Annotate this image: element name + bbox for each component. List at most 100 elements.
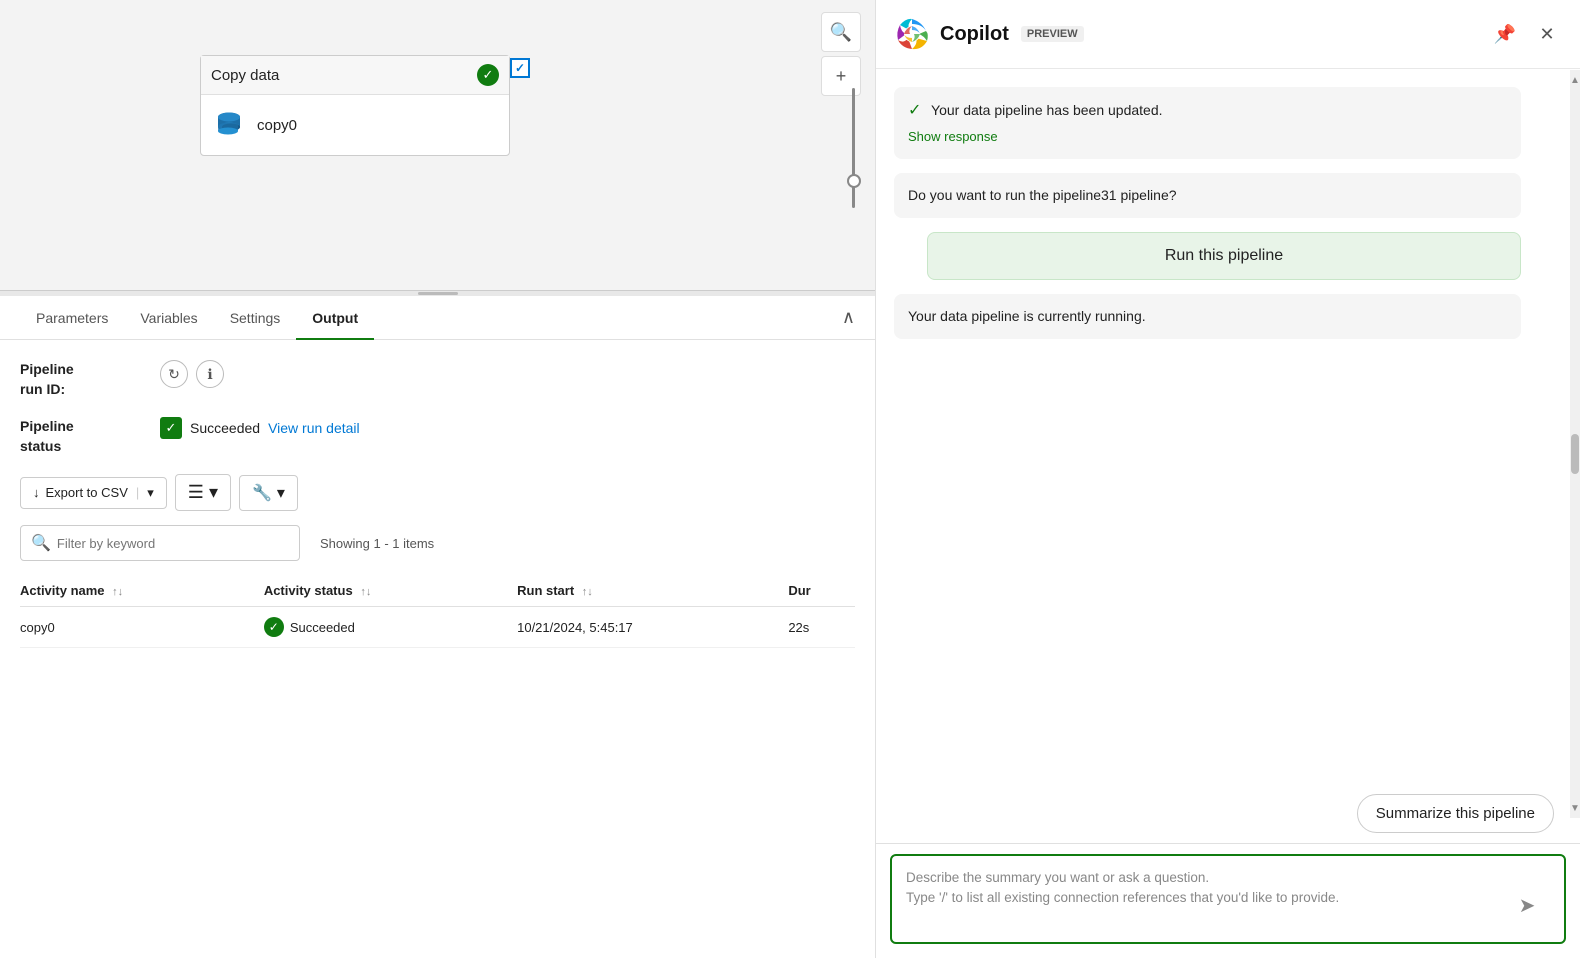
- copilot-title: Copilot: [940, 23, 1009, 46]
- view-run-detail-link[interactable]: View run detail: [268, 420, 360, 436]
- filter-icon: ☰: [188, 482, 204, 503]
- output-table: Activity name ↑↓ Activity status ↑↓ Run …: [20, 575, 855, 648]
- copilot-input-box: Describe the summary you want or ask a q…: [890, 854, 1566, 944]
- search-button[interactable]: 🔍: [821, 12, 861, 52]
- collapse-button[interactable]: ∧: [842, 307, 855, 328]
- sort-icon-activity-status[interactable]: ↑↓: [360, 586, 371, 598]
- output-content: Pipelinerun ID: ↻ ℹ Pipelinestatus ✓ Suc…: [0, 340, 875, 958]
- status-text: Succeeded: [190, 420, 260, 436]
- node-header: Copy data ✓: [201, 56, 509, 95]
- msg-pipeline-running: Your data pipeline is currently running.: [894, 294, 1521, 339]
- col-activity-status: Activity status ↑↓: [264, 575, 517, 607]
- pin-icon: 📌: [1494, 24, 1516, 45]
- search-icon: 🔍: [830, 22, 852, 43]
- canvas-area: 🔍 + Copy data ✓: [0, 0, 875, 290]
- export-label: Export to CSV: [46, 485, 128, 500]
- msg-run-question: Do you want to run the pipeline31 pipeli…: [894, 173, 1521, 218]
- td-status-icon: ✓: [264, 617, 284, 637]
- search-box[interactable]: 🔍: [20, 525, 300, 561]
- summarize-pipeline-button[interactable]: Summarize this pipeline: [1357, 794, 1554, 833]
- show-response-link[interactable]: Show response: [908, 127, 1507, 147]
- slider-track[interactable]: [852, 88, 855, 208]
- slider-thumb[interactable]: [847, 174, 861, 188]
- wrench-icon: 🔧: [252, 483, 272, 503]
- td-activity-status: ✓ Succeeded: [264, 607, 517, 648]
- copilot-messages: ✓ Your data pipeline has been updated. S…: [876, 69, 1580, 843]
- showing-text: Showing 1 - 1 items: [320, 536, 434, 551]
- pipeline-run-id-label: Pipelinerun ID:: [20, 360, 140, 399]
- download-icon: ↓: [33, 485, 40, 500]
- pipeline-run-id-row: Pipelinerun ID: ↻ ℹ: [20, 360, 855, 399]
- pipeline-status-value: ✓ Succeeded View run detail: [160, 417, 360, 439]
- scroll-down-arrow[interactable]: ▼: [1570, 800, 1580, 816]
- col-duration: Dur: [788, 575, 855, 607]
- export-csv-button[interactable]: ↓ Export to CSV | ▾: [20, 477, 167, 509]
- run-pipeline-button[interactable]: Run this pipeline: [927, 232, 1521, 280]
- sort-icon-run-start[interactable]: ↑↓: [582, 586, 593, 598]
- copilot-scrollbar[interactable]: ▲ ▼: [1570, 70, 1580, 818]
- sort-icon-activity-name[interactable]: ↑↓: [112, 586, 123, 598]
- toolbar-row: ↓ Export to CSV | ▾ ☰ ▾ 🔧 ▾: [20, 474, 855, 511]
- add-button[interactable]: +: [821, 56, 861, 96]
- tabs-bar: Parameters Variables Settings Output ∧: [0, 296, 875, 340]
- msg-pipeline-updated: ✓ Your data pipeline has been updated. S…: [894, 87, 1521, 159]
- info-icon[interactable]: ℹ: [196, 360, 224, 388]
- col-activity-name: Activity name ↑↓: [20, 575, 264, 607]
- td-status-text: Succeeded: [290, 620, 355, 635]
- divider-handle[interactable]: [418, 292, 458, 295]
- td-activity-name[interactable]: copy0: [20, 607, 264, 648]
- msg-pipeline-updated-text: Your data pipeline has been updated.: [931, 102, 1162, 118]
- pin-button[interactable]: 📌: [1490, 19, 1520, 49]
- tab-settings[interactable]: Settings: [214, 296, 297, 340]
- status-success-icon: ✓: [160, 417, 182, 439]
- copilot-input-placeholder: Describe the summary you want or ask a q…: [906, 870, 1339, 905]
- filter-dropdown-icon: ▾: [209, 482, 218, 503]
- database-icon: [211, 107, 247, 143]
- copilot-panel: Copilot PREVIEW 📌 ✕ ▲ ▼ ✓ Your data pipe…: [875, 0, 1580, 958]
- canvas-toolbar: 🔍 +: [821, 12, 861, 96]
- status-check-icon: ✓: [908, 102, 921, 119]
- scroll-up-arrow[interactable]: ▲: [1570, 72, 1580, 88]
- close-icon: ✕: [1539, 24, 1554, 45]
- message-spacer: [894, 353, 1554, 781]
- pipeline-status-row: Pipelinestatus ✓ Succeeded View run deta…: [20, 417, 855, 456]
- copilot-logo-icon: [894, 16, 930, 52]
- bottom-panel: Parameters Variables Settings Output ∧ P…: [0, 296, 875, 958]
- copilot-input-area: Describe the summary you want or ask a q…: [876, 843, 1580, 958]
- node-body: copy0: [201, 95, 509, 155]
- separator: |: [136, 485, 139, 500]
- send-button[interactable]: ➤: [1512, 890, 1542, 920]
- copy-data-node[interactable]: Copy data ✓ copy0: [200, 55, 510, 156]
- tab-variables[interactable]: Variables: [124, 296, 213, 340]
- search-row: 🔍 Showing 1 - 1 items: [20, 525, 855, 561]
- tab-output[interactable]: Output: [296, 296, 374, 340]
- export-dropdown-icon: ▾: [147, 485, 154, 501]
- search-input[interactable]: [57, 536, 289, 551]
- settings-dropdown-icon: ▾: [277, 483, 285, 503]
- table-row: copy0 ✓ Succeeded 10/21/2024, 5:45:17 22…: [20, 607, 855, 648]
- copilot-header: Copilot PREVIEW 📌 ✕: [876, 0, 1580, 69]
- settings-button[interactable]: 🔧 ▾: [239, 475, 298, 511]
- refresh-icon[interactable]: ↻: [160, 360, 188, 388]
- search-icon: 🔍: [31, 533, 51, 553]
- node-checkbox[interactable]: ✓: [510, 58, 530, 78]
- plus-icon: +: [836, 66, 847, 87]
- node-title: Copy data: [211, 67, 279, 84]
- copilot-header-actions: 📌 ✕: [1490, 19, 1562, 49]
- pipeline-run-id-value: ↻ ℹ: [160, 360, 224, 388]
- zoom-slider: [852, 80, 855, 280]
- left-panel: 🔍 + Copy data ✓: [0, 0, 875, 958]
- tab-parameters[interactable]: Parameters: [20, 296, 124, 340]
- scroll-thumb[interactable]: [1571, 434, 1579, 474]
- node-success-icon: ✓: [477, 64, 499, 86]
- pipeline-status-label: Pipelinestatus: [20, 417, 140, 456]
- close-button[interactable]: ✕: [1532, 19, 1562, 49]
- filter-button[interactable]: ☰ ▾: [175, 474, 231, 511]
- td-duration: 22s: [788, 607, 855, 648]
- col-run-start: Run start ↑↓: [517, 575, 788, 607]
- copilot-input-wrapper: Describe the summary you want or ask a q…: [890, 854, 1566, 944]
- node-item-name: copy0: [257, 117, 297, 134]
- td-run-start: 10/21/2024, 5:45:17: [517, 607, 788, 648]
- send-icon: ➤: [1519, 893, 1536, 918]
- preview-badge: PREVIEW: [1021, 26, 1084, 42]
